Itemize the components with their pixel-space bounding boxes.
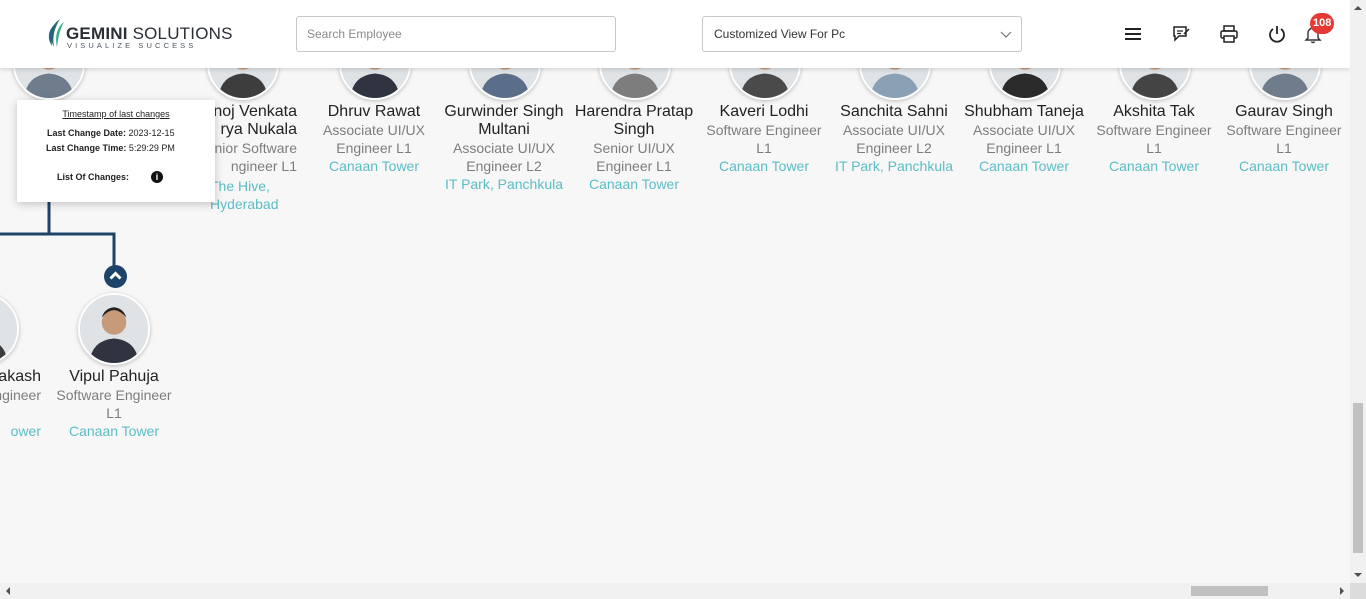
logo-leaf-icon (48, 19, 64, 47)
employee-card[interactable]: Gurwinder Singh Multani Associate UI/UX Eng… (439, 103, 569, 193)
employee-name-line: Gurwinder Singh (444, 103, 564, 120)
employee-role-line: Associate UI/UX (843, 122, 945, 138)
last-changes-tooltip: Timestamp of last changes Last Change Da… (17, 100, 215, 202)
employee-role-line: Associate UI/UX (973, 122, 1075, 138)
employee-name: Vipul Pahuja (69, 368, 159, 385)
employee-avatar[interactable] (339, 68, 411, 100)
employee-card[interactable]: Kaveri Lodhi Software Engineer L1 Canaan To… (699, 103, 829, 175)
employee-name-line: Multani (478, 121, 530, 138)
scroll-right-arrow-icon[interactable] (1334, 583, 1350, 599)
employee-avatar[interactable] (989, 68, 1061, 100)
employee-role-line: L1 (106, 405, 122, 421)
list-of-changes-label: List Of Changes: (57, 172, 130, 182)
employee-role-line: Software Engineer (706, 122, 822, 138)
employee-role-line: Software Engineer (56, 387, 172, 403)
list-of-changes-row: List Of Changes: (57, 172, 129, 182)
employee-role-line: Software Engineer (1096, 122, 1212, 138)
company-logo[interactable]: GEMINI SOLUTIONS VISUALIZE SUCCESS (46, 18, 232, 50)
menu-icon[interactable] (1123, 24, 1143, 44)
employee-avatar[interactable] (859, 68, 931, 100)
employee-role: ngineer (0, 387, 41, 403)
employee-location-partial-2[interactable]: The Hive, Hyderabad (210, 177, 300, 213)
employee-role-line: Software Engineer (1226, 122, 1342, 138)
chevron-down-icon (1000, 31, 1012, 38)
scroll-down-arrow-icon[interactable] (1350, 567, 1366, 583)
last-change-date-row: Last Change Date: 2023-12-15 (47, 128, 175, 138)
employee-card-vipul-pahuja[interactable]: Vipul Pahuja Software Engineer L1 Canaan… (49, 368, 179, 440)
employee-card[interactable]: Gaurav Singh Software Engineer L1 Canaan To… (1219, 103, 1349, 175)
vertical-scrollbar[interactable] (1350, 0, 1366, 583)
employee-avatar[interactable] (1119, 68, 1191, 100)
employee-location[interactable]: Canaan Tower (1089, 157, 1219, 175)
employee-location[interactable]: Canaan Tower (1219, 157, 1349, 175)
employee-role-line: Senior UI/UX (593, 140, 675, 156)
employee-card-child-partial[interactable]: akash ngineer . ower (0, 368, 41, 440)
employee-location[interactable]: ower (0, 422, 41, 440)
info-icon[interactable]: i (151, 171, 163, 183)
employee-role-line: Engineer L2 (466, 158, 542, 174)
employee-card[interactable]: Akshita Tak Software Engineer L1 Canaan Tow… (1089, 103, 1219, 175)
employee-role-line: Engineer L1 (986, 140, 1062, 156)
search-employee-input[interactable] (296, 16, 616, 52)
employee-avatar[interactable] (207, 68, 279, 100)
employee-location[interactable]: Canaan Tower (569, 175, 699, 193)
scrollbar-corner (1350, 583, 1366, 599)
print-icon[interactable] (1219, 24, 1239, 44)
top-header: GEMINI SOLUTIONS VISUALIZE SUCCESS Custo… (0, 0, 1350, 68)
employee-name-line: Kaveri Lodhi (719, 103, 809, 120)
feedback-icon[interactable] (1171, 24, 1191, 44)
tooltip-title: Timestamp of last changes (62, 109, 170, 119)
employee-name-line: Sanchita Sahni (840, 103, 948, 120)
last-change-time-value: 5:29:29 PM (128, 143, 175, 153)
employee-role-line: Engineer L2 (856, 140, 932, 156)
vertical-scroll-thumb[interactable] (1353, 403, 1363, 553)
employee-role-line: L1 (756, 140, 772, 156)
last-change-date-label: Last Change Date: (47, 128, 127, 138)
collapse-branch-button[interactable] (104, 265, 127, 288)
horizontal-scrollbar[interactable] (0, 583, 1350, 599)
employee-role-line: Engineer L1 (596, 158, 672, 174)
employee-role-line: L1 (1276, 140, 1292, 156)
view-select-dropdown[interactable]: Customized View For Pc (702, 16, 1022, 52)
employee-card[interactable]: Sanchita Sahni Associate UI/UX Engineer L2… (829, 103, 959, 175)
scroll-up-arrow-icon[interactable] (1350, 0, 1366, 16)
employee-name-line: Harendra Pratap (574, 103, 694, 120)
last-change-time-row: Last Change Time: 5:29:29 PM (46, 143, 175, 153)
scroll-left-arrow-icon[interactable] (0, 583, 16, 599)
employee-avatar[interactable] (729, 68, 801, 100)
employee-avatar[interactable] (469, 68, 541, 100)
notification-badge: 108 (1310, 13, 1335, 34)
employee-card[interactable]: Shubham Taneja Associate UI/UX Engineer L1… (959, 103, 1089, 175)
view-select-value: Customized View For Pc (714, 27, 846, 41)
employee-role-line: L1 (1146, 140, 1162, 156)
power-icon[interactable] (1267, 24, 1287, 44)
employee-card[interactable]: Dhruv Rawat Associate UI/UX Engineer L1 Can… (309, 103, 439, 175)
employee-name-line: Singh (613, 121, 655, 138)
employee-name: akash (0, 368, 41, 385)
last-change-date-value: 2023-12-15 (128, 128, 175, 138)
employee-location[interactable]: Canaan Tower (309, 157, 439, 175)
employee-location[interactable]: IT Park, Panchkula (439, 175, 569, 193)
employee-location[interactable]: Canaan Tower (49, 422, 179, 440)
employee-location[interactable]: IT Park, Panchkula (829, 157, 959, 175)
employee-location[interactable]: Canaan Tower (699, 157, 829, 175)
employee-avatar[interactable] (1249, 68, 1321, 100)
employee-avatar[interactable] (599, 68, 671, 100)
employee-name-line: Dhruv Rawat (327, 103, 421, 120)
employee-card[interactable]: Harendra Pratap Singh Senior UI/UX Engineer… (569, 103, 699, 193)
last-change-time-label: Last Change Time: (46, 143, 127, 153)
employee-name-line: Shubham Taneja (964, 103, 1084, 120)
employee-name-line: Gaurav Singh (1235, 103, 1333, 120)
employee-role-line: Associate UI/UX (323, 122, 425, 138)
employee-role-line: Engineer L1 (336, 140, 412, 156)
employee-location-line[interactable]: Hyderabad (210, 195, 300, 213)
employee-location-line[interactable]: The Hive, (210, 177, 300, 195)
employee-location[interactable]: Canaan Tower (959, 157, 1089, 175)
horizontal-scroll-thumb[interactable] (1191, 586, 1268, 596)
logo-tagline: VISUALIZE SUCCESS (67, 41, 197, 50)
employee-role-line: Associate UI/UX (453, 140, 555, 156)
chevron-up-icon (109, 271, 122, 280)
employee-name-line: Akshita Tak (1113, 103, 1195, 120)
